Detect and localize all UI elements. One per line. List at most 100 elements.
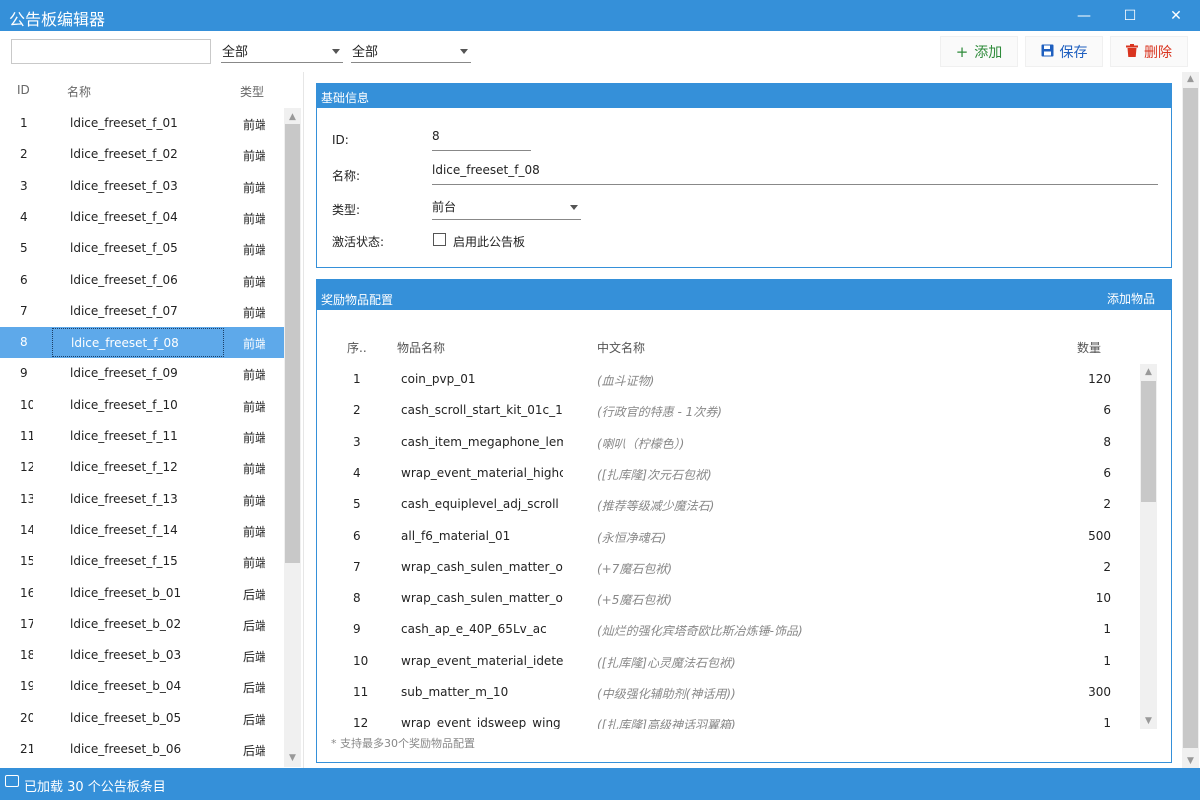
list-item[interactable]: 18 ldice_freeset_b_03 后端 (0, 640, 284, 671)
column-header-type[interactable]: 类型 (240, 83, 264, 100)
reward-quantity: 120 (1088, 372, 1111, 386)
enable-checkbox-label[interactable]: 启用此公告板 (453, 233, 525, 250)
list-item-name: ldice_freeset_f_10 (70, 397, 178, 412)
reward-item-name: wrap_event_material_ideterr (401, 653, 563, 668)
reward-seq: 11 (353, 685, 369, 699)
column-header-name[interactable]: 名称 (67, 83, 91, 100)
list-item[interactable]: 9 ldice_freeset_f_09 前端 (0, 358, 284, 389)
list-item-id: 17 (20, 616, 33, 631)
add-item-button[interactable]: 添加物品 (1107, 290, 1155, 307)
scroll-up-icon[interactable]: ▲ (284, 112, 301, 122)
type-dropdown[interactable]: 前台 (432, 198, 581, 220)
list-item[interactable]: 6 ldice_freeset_f_06 前端 (0, 265, 284, 296)
scroll-up-icon[interactable]: ▲ (1182, 74, 1199, 84)
basic-info-header: 基础信息 (317, 84, 1171, 108)
list-item-name: ldice_freeset_b_04 (70, 679, 182, 694)
bulletin-list: 1 ldice_freeset_f_01 前端 2 ldice_freeset_f_02… (0, 108, 284, 767)
maximize-button[interactable]: ☐ (1107, 0, 1153, 31)
main-scrollbar-thumb[interactable] (1183, 88, 1198, 748)
table-row[interactable]: 8 wrap_cash_sulen_matter_op (+5魔石包袱) 10 (317, 583, 1139, 614)
list-item-type: 后端 (243, 681, 265, 696)
reward-quantity: 1 (1103, 716, 1111, 729)
list-item-id: 8 (20, 335, 28, 350)
column-header-cn[interactable]: 中文名称 (597, 339, 645, 356)
list-item-name: ldice_freeset_f_03 (70, 178, 178, 193)
list-scrollbar[interactable]: ▲ ▼ (284, 108, 301, 767)
reward-seq: 10 (353, 653, 369, 668)
list-item[interactable]: 8 ldice_freeset_f_08 前端 (0, 327, 284, 359)
column-header-id[interactable]: ID (17, 83, 30, 97)
delete-button[interactable]: 删除 (1110, 36, 1188, 67)
table-row[interactable]: 11 sub_matter_m_10 (中级强化辅助剂(神话用)) 300 (317, 677, 1139, 708)
scroll-down-icon[interactable]: ▼ (1140, 716, 1157, 726)
list-item-name: ldice_freeset_f_04 (70, 209, 178, 224)
list-scrollbar-thumb[interactable] (285, 124, 300, 563)
filter-dropdown-1[interactable]: 全部 (221, 41, 343, 63)
list-item[interactable]: 16 ldice_freeset_b_01 后端 (0, 578, 284, 609)
list-item[interactable]: 4 ldice_freeset_f_04 前端 (0, 202, 284, 233)
scroll-down-icon[interactable]: ▼ (1182, 756, 1199, 766)
maximize-icon: ☐ (1123, 7, 1137, 24)
reward-scrollbar-thumb[interactable] (1141, 381, 1156, 502)
table-row[interactable]: 2 cash_scroll_start_kit_01c_1d_ (行政官的特惠 - … (317, 395, 1139, 426)
list-item[interactable]: 21 ldice_freeset_b_06 后端 (0, 734, 284, 765)
filter-dropdown-2[interactable]: 全部 (351, 41, 471, 63)
list-item-type: 前端 (243, 149, 265, 164)
search-input[interactable] (11, 39, 211, 64)
list-item[interactable]: 14 ldice_freeset_f_14 前端 (0, 515, 284, 546)
column-header-seq[interactable]: 序.. (347, 339, 367, 356)
list-item[interactable]: 10 ldice_freeset_f_10 前端 (0, 390, 284, 421)
enable-checkbox[interactable] (433, 233, 446, 246)
add-button[interactable]: + 添加 (940, 36, 1018, 67)
table-row[interactable]: 6 all_f6_material_01 (永恒净魂石) 500 (317, 521, 1139, 552)
scroll-down-icon[interactable]: ▼ (284, 753, 301, 763)
table-row[interactable]: 10 wrap_event_material_ideterr ([扎库隆]心灵魔法石… (317, 646, 1139, 677)
list-item[interactable]: 1 ldice_freeset_f_01 前端 (0, 108, 284, 139)
table-row[interactable]: 3 cash_item_megaphone_lem (喇叭（柠檬色）) 8 (317, 427, 1139, 458)
minimize-button[interactable]: — (1061, 0, 1107, 31)
list-item[interactable]: 7 ldice_freeset_f_07 前端 (0, 296, 284, 327)
id-value: 8 (432, 129, 440, 143)
list-item[interactable]: 17 ldice_freeset_b_02 后端 (0, 609, 284, 640)
close-button[interactable]: ✕ (1153, 0, 1199, 31)
table-row[interactable]: 5 cash_equiplevel_adj_scroll (推荐等级减少魔法石) 2 (317, 489, 1139, 520)
table-row[interactable]: 12 wrap_event_idsweep_wing_r ([扎库隆]高级神话羽翼箱… (317, 708, 1139, 729)
list-item-id: 20 (20, 710, 33, 725)
id-field[interactable]: 8 (432, 129, 531, 151)
list-item[interactable]: 13 ldice_freeset_f_13 前端 (0, 484, 284, 515)
list-item[interactable]: 19 ldice_freeset_b_04 后端 (0, 671, 284, 702)
reward-item-name: cash_equiplevel_adj_scroll (401, 497, 559, 512)
reward-scrollbar[interactable]: ▲ ▼ (1140, 364, 1157, 729)
reward-quantity: 2 (1103, 497, 1111, 512)
reward-seq: 12 (353, 716, 369, 729)
list-item[interactable]: 5 ldice_freeset_f_05 前端 (0, 233, 284, 264)
list-item[interactable]: 12 ldice_freeset_f_12 前端 (0, 452, 284, 483)
column-header-item[interactable]: 物品名称 (397, 339, 445, 356)
table-row[interactable]: 1 coin_pvp_01 (血斗证物) 120 (317, 364, 1139, 395)
table-row[interactable]: 7 wrap_cash_sulen_matter_op (+7魔石包袱) 2 (317, 552, 1139, 583)
list-item-name: ldice_freeset_f_08 (52, 328, 224, 358)
main-scrollbar[interactable]: ▲ ▼ (1182, 72, 1199, 768)
bulletin-list-panel: ID 名称 类型 1 ldice_freeset_f_01 前端 2 ldice_fre… (0, 72, 304, 768)
reward-item-name: coin_pvp_01 (401, 372, 476, 386)
list-item[interactable]: 20 ldice_freeset_b_05 后端 (0, 703, 284, 734)
reward-seq: 8 (353, 591, 361, 606)
table-row[interactable]: 9 cash_ap_e_40P_65Lv_ac (灿烂的强化宾塔奇欧比斯冶炼锤-饰品… (317, 614, 1139, 645)
list-item[interactable]: 2 ldice_freeset_f_02 前端 (0, 139, 284, 170)
name-field[interactable]: ldice_freeset_f_08 (432, 163, 1158, 185)
scroll-up-icon[interactable]: ▲ (1140, 367, 1157, 377)
list-item[interactable]: 3 ldice_freeset_f_03 前端 (0, 171, 284, 202)
table-row[interactable]: 4 wrap_event_material_highcr ([扎库隆]次元石包袱) 6 (317, 458, 1139, 489)
reward-seq: 6 (353, 528, 361, 543)
window-title: 公告板编辑器 (9, 10, 106, 29)
column-header-qty[interactable]: 数量 (1077, 339, 1101, 356)
list-item[interactable]: 11 ldice_freeset_f_11 前端 (0, 421, 284, 452)
plus-icon: + (955, 42, 969, 61)
chevron-down-icon (460, 49, 468, 54)
reward-seq: 4 (353, 465, 361, 480)
list-item[interactable]: 15 ldice_freeset_f_15 前端 (0, 546, 284, 577)
reward-quantity: 10 (1095, 591, 1111, 606)
list-item-id: 4 (20, 209, 28, 224)
save-button[interactable]: 保存 (1025, 36, 1103, 67)
list-item-id: 19 (20, 679, 33, 694)
